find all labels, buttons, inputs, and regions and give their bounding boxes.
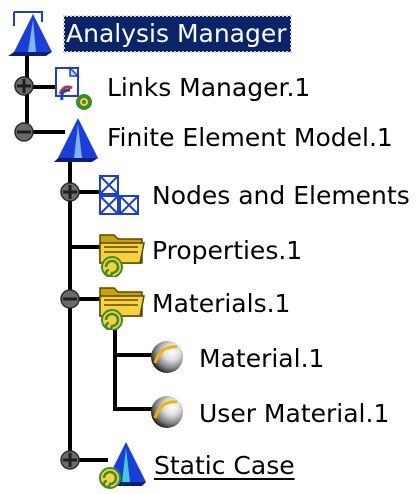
tree-node-finite-element-model[interactable]: Finite Element Model.1 (0, 112, 400, 164)
materials-label: Materials.1 (152, 289, 291, 318)
static-case-label: Static Case (154, 451, 295, 480)
links-manager-icon (50, 64, 100, 114)
tree-node-links-manager[interactable]: Links Manager.1 (0, 62, 330, 114)
tree-node-nodes-and-elements[interactable]: Nodes and Elements (0, 170, 416, 222)
user-material-sphere-icon (147, 392, 197, 442)
finite-element-model-label: Finite Element Model.1 (107, 123, 393, 152)
tree-node-properties[interactable]: Properties.1 (0, 225, 320, 278)
tree-node-user-material[interactable]: User Material.1 (0, 388, 400, 440)
material-label: Material.1 (199, 344, 325, 373)
properties-folder-icon (96, 227, 146, 278)
tree-node-analysis-manager[interactable]: Analysis Manager (0, 8, 300, 60)
static-case-icon (96, 440, 146, 490)
specification-tree: Analysis Manager Links Manager.1 Finite … (0, 0, 416, 489)
tree-node-material[interactable]: Material.1 (0, 333, 340, 385)
analysis-manager-icon (6, 8, 56, 58)
tree-node-static-case[interactable]: Static Case (0, 440, 320, 492)
nodes-and-elements-label: Nodes and Elements (152, 181, 410, 210)
analysis-manager-label: Analysis Manager (63, 15, 292, 53)
properties-label: Properties.1 (152, 236, 303, 265)
finite-element-model-icon (54, 114, 104, 164)
material-sphere-icon (147, 337, 197, 387)
materials-folder-icon (96, 280, 146, 331)
tree-node-materials[interactable]: Materials.1 (0, 278, 320, 331)
user-material-label: User Material.1 (199, 399, 390, 428)
nodes-and-elements-icon (96, 172, 146, 222)
links-manager-label: Links Manager.1 (107, 73, 311, 102)
